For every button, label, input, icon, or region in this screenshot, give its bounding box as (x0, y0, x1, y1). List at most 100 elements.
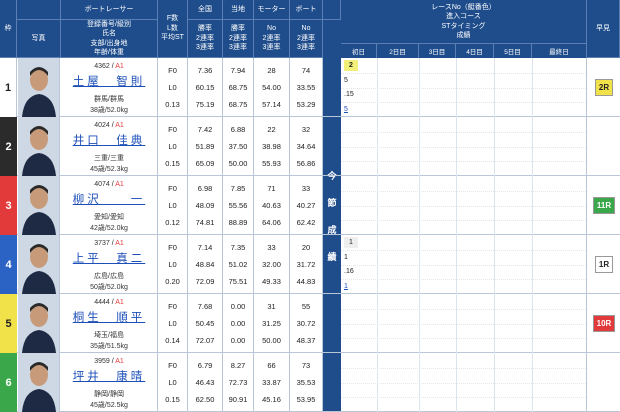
grid-subline (341, 146, 586, 148)
motor-no-header: No 2連率 3連率 (254, 20, 290, 58)
racer-class: A1 (115, 181, 124, 188)
entry-course: 1 (344, 253, 348, 261)
fstats-cell: F0 L0 0.20 (158, 235, 188, 294)
national-stats-cell: 6.79 46.43 62.50 (188, 353, 223, 412)
fstats-cell: F0 L0 0.12 (158, 176, 188, 235)
racer-row: 6 3959 / A1 坪井 康晴 静岡/静岡 45歳/52.5kg F0 L0 0… (0, 353, 620, 412)
grid-subline (341, 323, 586, 325)
branch-origin: 愛知/愛知 (94, 214, 124, 221)
racer-info-header: 登録番号/級別 氏名 支部/出身地 年齢/体重 (61, 20, 158, 58)
age-weight: 45歳/52.3kg (90, 165, 128, 173)
race-results-grid (341, 176, 587, 235)
racer-photo (18, 117, 60, 176)
local-stats-cell: 6.88 37.50 50.00 (223, 117, 254, 176)
race-results-grid (341, 117, 587, 176)
race-result-link[interactable]: 5 (344, 104, 358, 115)
fstats-cell: F0 L0 0.13 (158, 58, 188, 117)
boat-stats-cell: 55 30.72 48.37 (290, 294, 323, 353)
racer-row: 1 4362 / A1 土屋 智則 群馬/群馬 38歳/52.0kg F0 L0 0… (0, 58, 620, 117)
tab-day-4[interactable]: 4日目 (456, 44, 494, 58)
prediction-cell: 1R (588, 235, 620, 294)
branch-origin: 広島/広島 (94, 273, 124, 280)
lane-number: 6 (0, 353, 17, 412)
fstats-cell: F0 L0 0.15 (158, 117, 188, 176)
national-stats-cell: 6.98 48.09 74.81 (188, 176, 223, 235)
tab-day-final[interactable]: 最終日 (532, 44, 587, 58)
race-result-link[interactable]: 1 (344, 281, 358, 292)
portrait-icon (18, 235, 59, 294)
prediction-badge[interactable]: 1R (594, 256, 614, 273)
grid-subline (341, 131, 586, 133)
racer-name-link[interactable]: 坪井 康晴 (61, 368, 157, 384)
grid-subline (341, 249, 586, 251)
register-number: 4024 (94, 122, 110, 129)
motor-stats-cell: 22 38.98 55.93 (254, 117, 290, 176)
lane-number: 2 (0, 117, 17, 176)
grid-subline (341, 338, 586, 340)
prediction-badge[interactable]: 2R (594, 79, 614, 96)
fstats-cell: F0 L0 0.15 (158, 353, 188, 412)
local-stats-cell: 7.85 55.56 88.89 (223, 176, 254, 235)
local-rate-header: 勝率 2連率 3連率 (223, 20, 254, 58)
grid-subline (341, 72, 586, 74)
boat-stats-cell: 32 34.64 56.86 (290, 117, 323, 176)
boat-no-header: No 2連率 3連率 (290, 20, 323, 58)
boat-stats-cell: 74 33.55 53.29 (290, 58, 323, 117)
national-stats-cell: 7.42 51.89 65.09 (188, 117, 223, 176)
national-stats-cell: 7.14 48.84 72.09 (188, 235, 223, 294)
racer-class: A1 (115, 299, 124, 306)
boat-stats-cell: 33 40.27 62.42 (290, 176, 323, 235)
st-timing: .16 (344, 268, 354, 276)
register-number: 3737 (94, 240, 110, 247)
age-weight: 45歳/52.5kg (90, 401, 128, 409)
branch-origin: 三重/三重 (94, 155, 124, 162)
lane-header: 枠 (0, 0, 17, 58)
local-stats-cell: 8.27 72.73 90.91 (223, 353, 254, 412)
racer-photo (18, 176, 60, 235)
racer-row: 2 4024 / A1 井口 佳典 三重/三重 45歳/52.3kg F0 L0 0… (0, 117, 620, 176)
tab-day-1[interactable]: 初日 (341, 44, 377, 58)
race-results-grid (341, 353, 587, 412)
racer-name-link[interactable]: 上平 真二 (61, 250, 157, 266)
prediction-badge[interactable]: 10R (592, 315, 616, 332)
lane-number: 5 (0, 294, 17, 353)
tab-day-3[interactable]: 3日目 (419, 44, 456, 58)
racer-info: 4024 / A1 井口 佳典 三重/三重 45歳/52.3kg (61, 117, 158, 176)
racer-row: 3 4074 / A1 柳沢 一 愛知/愛知 42歳/52.0kg F0 L0 0.… (0, 176, 620, 235)
racer-name-link[interactable]: 桐生 順平 (61, 309, 157, 325)
register-number: 4362 (94, 63, 110, 70)
prediction-cell: 2R (588, 58, 620, 117)
racer-name-link[interactable]: 井口 佳典 (61, 132, 157, 148)
boat-stats-cell: 73 35.53 53.95 (290, 353, 323, 412)
racer-name-link[interactable]: 柳沢 一 (61, 191, 157, 207)
racer-class: A1 (115, 122, 124, 129)
grid-subline (341, 87, 586, 89)
portrait-icon (18, 294, 59, 353)
boat-header: ボート (290, 0, 323, 20)
age-weight: 35歳/51.5kg (90, 342, 128, 350)
racer-name-link[interactable]: 土屋 智則 (61, 73, 157, 89)
portrait-icon (18, 58, 59, 117)
prediction-cell (588, 353, 620, 412)
register-number: 3959 (94, 358, 110, 365)
photo-header: 写真 (17, 20, 61, 58)
racer-class: A1 (115, 240, 124, 247)
motor-header: モーター (254, 0, 290, 20)
race-number: 1 (344, 236, 358, 248)
grid-subline (341, 161, 586, 163)
tab-day-2[interactable]: 2日目 (377, 44, 419, 58)
portrait-icon (18, 176, 59, 235)
motor-stats-cell: 31 31.25 50.00 (254, 294, 290, 353)
racer-photo (18, 294, 60, 353)
branch-origin: 群馬/群馬 (94, 96, 124, 103)
boat-stats-cell: 20 31.72 44.83 (290, 235, 323, 294)
tab-day-5[interactable]: 5日目 (494, 44, 532, 58)
prediction-badge[interactable]: 11R (592, 197, 616, 214)
grid-subline (341, 382, 586, 384)
lane-number: 3 (0, 176, 17, 235)
st-timing: .15 (344, 91, 354, 99)
local-stats-cell: 0.00 0.00 0.00 (223, 294, 254, 353)
fstats-header: F数 L数 平均ST (158, 0, 188, 58)
local-stats-cell: 7.94 68.75 68.75 (223, 58, 254, 117)
racer-info: 4074 / A1 柳沢 一 愛知/愛知 42歳/52.0kg (61, 176, 158, 235)
